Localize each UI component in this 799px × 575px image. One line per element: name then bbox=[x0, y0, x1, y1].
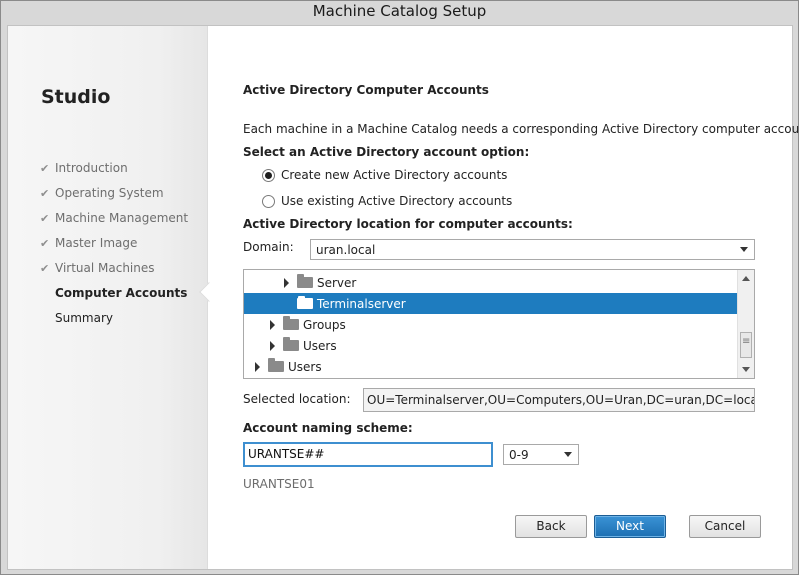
scroll-up-icon[interactable] bbox=[742, 276, 750, 281]
page-title: Active Directory Computer Accounts bbox=[243, 83, 489, 97]
step-virtual-machines: ✔ Virtual Machines bbox=[40, 260, 188, 285]
tree-node-groups[interactable]: Groups bbox=[270, 314, 346, 335]
tree-node-label: Terminalserver bbox=[317, 296, 406, 311]
ou-tree[interactable]: Server Terminalserver Groups Users Users… bbox=[243, 269, 755, 379]
check-icon: ✔ bbox=[40, 162, 50, 175]
step-summary: Summary bbox=[40, 310, 188, 335]
tree-node-server[interactable]: Server bbox=[284, 272, 356, 293]
check-icon: ✔ bbox=[40, 187, 50, 200]
wizard-page: Active Directory Computer Accounts Each … bbox=[243, 26, 799, 569]
selected-location-field: OU=Terminalserver,OU=Computers,OU=Uran,D… bbox=[363, 388, 755, 412]
naming-scheme-input[interactable]: URANTSE## bbox=[243, 442, 493, 467]
expand-arrow-icon[interactable] bbox=[284, 277, 289, 288]
next-button[interactable]: Next bbox=[594, 515, 666, 538]
folder-icon bbox=[268, 358, 284, 372]
tree-node-label: Server bbox=[317, 275, 357, 290]
back-button[interactable]: Back bbox=[515, 515, 587, 538]
step-label: Virtual Machines bbox=[55, 261, 155, 275]
tree-node-label: Users bbox=[303, 338, 337, 353]
step-label: Master Image bbox=[55, 236, 138, 250]
folder-icon bbox=[297, 274, 313, 288]
cancel-button[interactable]: Cancel bbox=[689, 515, 761, 538]
expand-arrow-icon[interactable] bbox=[270, 319, 275, 330]
check-icon: ✔ bbox=[40, 237, 50, 250]
dialog-client-area: Studio ✔ Introduction ✔ Operating System… bbox=[7, 25, 799, 570]
step-label: Computer Accounts bbox=[55, 286, 188, 300]
check-icon: ✔ bbox=[40, 262, 50, 275]
step-introduction: ✔ Introduction bbox=[40, 160, 188, 185]
tree-node-users[interactable]: Users bbox=[255, 356, 322, 377]
domain-value: uran.local bbox=[316, 242, 376, 257]
step-computer-accounts: Computer Accounts bbox=[40, 285, 188, 310]
naming-preview: URANTSE01 bbox=[243, 477, 315, 491]
chevron-down-icon[interactable] bbox=[740, 247, 748, 252]
domain-dropdown[interactable]: uran.local bbox=[310, 239, 755, 260]
expand-arrow-icon[interactable] bbox=[270, 340, 275, 351]
radio-label: Use existing Active Directory accounts bbox=[281, 194, 513, 208]
open-folder-icon bbox=[297, 296, 313, 309]
radio-button[interactable] bbox=[262, 168, 275, 182]
step-label: Summary bbox=[55, 311, 113, 325]
tree-node-label: Users bbox=[288, 359, 322, 374]
radio-create-new-accounts[interactable]: Create new Active Directory accounts bbox=[262, 166, 507, 184]
step-label: Operating System bbox=[55, 186, 164, 200]
wizard-sidebar: Studio ✔ Introduction ✔ Operating System… bbox=[8, 26, 208, 569]
step-machine-management: ✔ Machine Management bbox=[40, 210, 188, 235]
dialog-window: Machine Catalog Setup Studio ✔ Introduct… bbox=[0, 0, 799, 575]
location-label: Active Directory location for computer a… bbox=[243, 217, 573, 231]
scroll-down-icon[interactable] bbox=[742, 367, 750, 372]
step-label: Machine Management bbox=[55, 211, 189, 225]
step-label: Introduction bbox=[55, 161, 128, 175]
account-option-label: Select an Active Directory account optio… bbox=[243, 145, 530, 159]
check-icon: ✔ bbox=[40, 212, 50, 225]
page-description: Each machine in a Machine Catalog needs … bbox=[243, 122, 799, 136]
expand-arrow-icon[interactable] bbox=[255, 361, 260, 372]
domain-label: Domain: bbox=[243, 240, 294, 254]
wizard-steps: ✔ Introduction ✔ Operating System ✔ Mach… bbox=[40, 160, 188, 335]
scroll-thumb[interactable] bbox=[740, 332, 752, 358]
chevron-down-icon[interactable] bbox=[564, 452, 572, 457]
naming-type-value: 0-9 bbox=[509, 447, 529, 462]
naming-scheme-label: Account naming scheme: bbox=[243, 421, 413, 435]
app-name: Studio bbox=[41, 86, 111, 108]
tree-node-label: Groups bbox=[303, 317, 346, 332]
step-operating-system: ✔ Operating System bbox=[40, 185, 188, 210]
radio-button[interactable] bbox=[262, 194, 275, 208]
radio-label: Create new Active Directory accounts bbox=[281, 168, 508, 182]
tree-scrollbar[interactable] bbox=[737, 270, 754, 378]
radio-use-existing-accounts[interactable]: Use existing Active Directory accounts bbox=[262, 192, 512, 210]
step-master-image: ✔ Master Image bbox=[40, 235, 188, 260]
folder-icon bbox=[283, 337, 299, 351]
window-title: Machine Catalog Setup bbox=[1, 1, 798, 25]
tree-node-terminalserver[interactable]: Terminalserver bbox=[244, 293, 737, 314]
tree-node-users[interactable]: Users bbox=[270, 335, 337, 356]
naming-type-dropdown[interactable]: 0-9 bbox=[503, 444, 579, 465]
selected-location-label: Selected location: bbox=[243, 392, 351, 406]
folder-icon bbox=[283, 316, 299, 330]
